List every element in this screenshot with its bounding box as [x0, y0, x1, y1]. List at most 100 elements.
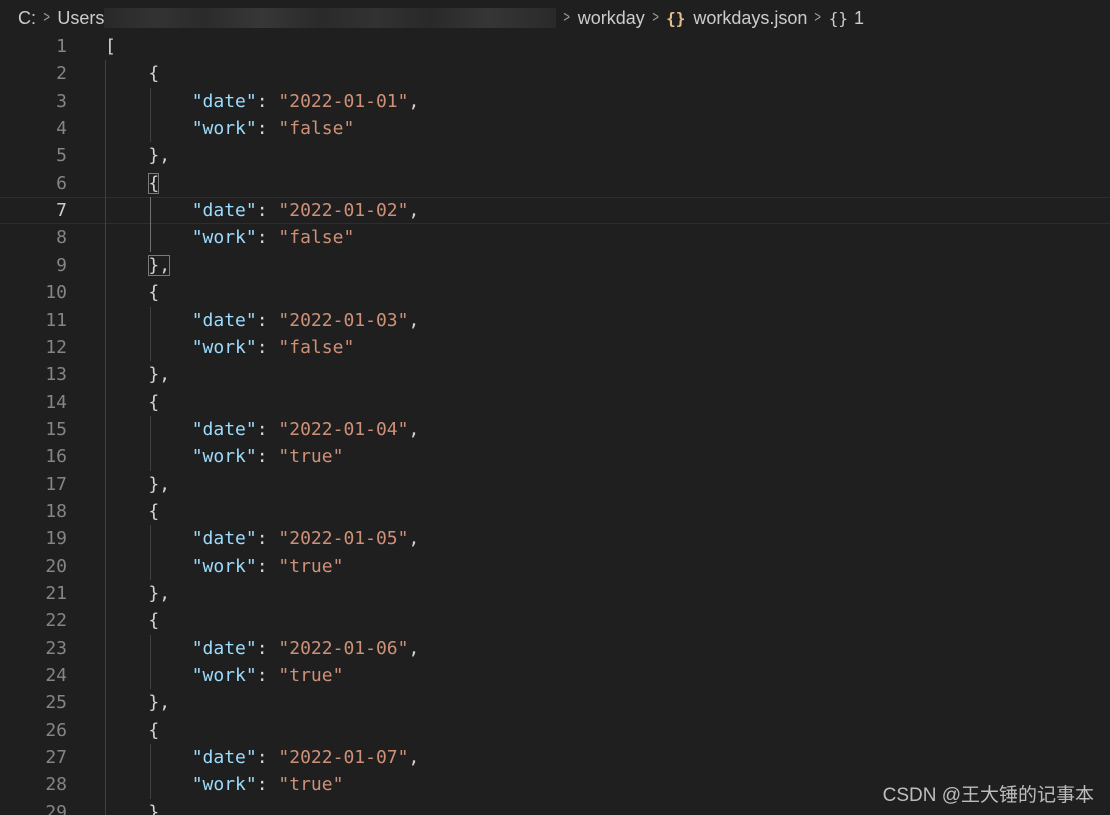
code-line[interactable]: 17 }, [0, 471, 1110, 498]
code-line[interactable]: 27 "date": "2022-01-07", [0, 744, 1110, 771]
json-key: "work" [191, 665, 257, 687]
breadcrumb-folder-workday[interactable]: workday [578, 8, 645, 29]
code-line[interactable]: 13 }, [0, 361, 1110, 388]
code-line[interactable]: 16 "work": "true" [0, 443, 1110, 470]
line-number: 20 [45, 555, 67, 577]
json-bracket: { [148, 172, 160, 194]
code-line[interactable]: 23 "date": "2022-01-06", [0, 635, 1110, 662]
code-line[interactable]: 4 "work": "false" [0, 115, 1110, 142]
json-string-value: "true" [278, 446, 344, 468]
chevron-right-icon: > [43, 9, 50, 26]
code-line[interactable]: 21 }, [0, 580, 1110, 607]
line-number: 3 [56, 90, 67, 112]
json-key: "work" [191, 555, 257, 577]
json-key: "work" [191, 118, 257, 140]
json-string-value: "2022-01-07" [278, 747, 409, 769]
line-number: 19 [45, 528, 67, 550]
line-number: 4 [56, 118, 67, 140]
code-line[interactable]: 10 { [0, 279, 1110, 306]
breadcrumb: C: > Users > workday > {} workdays.json … [0, 0, 1110, 36]
json-bracket: }, [148, 692, 171, 714]
code-line[interactable]: 7 "date": "2022-01-02", [0, 197, 1110, 225]
json-punctuation: : [256, 555, 279, 577]
breadcrumb-drive-label: C: [18, 7, 36, 28]
code-line[interactable]: 18 { [0, 498, 1110, 525]
code-line[interactable]: 12 "work": "false" [0, 334, 1110, 361]
code-line[interactable]: 2 { [0, 60, 1110, 87]
json-string-value: "true" [278, 774, 344, 796]
json-punctuation: : [256, 446, 279, 468]
json-punctuation: : [256, 774, 279, 796]
code-text: { [105, 717, 159, 744]
json-bracket: }, [148, 364, 171, 386]
code-line[interactable]: 22 { [0, 607, 1110, 634]
code-line[interactable]: 14 { [0, 389, 1110, 416]
json-punctuation: , [408, 747, 420, 769]
line-number: 7 [56, 200, 67, 222]
json-bracket: { [148, 282, 160, 304]
json-string-value: "2022-01-06" [278, 637, 409, 659]
json-punctuation: : [256, 118, 279, 140]
breadcrumb-drive[interactable]: C: [18, 8, 36, 29]
code-text: }, [105, 471, 170, 498]
breadcrumb-users[interactable]: Users [57, 8, 104, 29]
code-text: { [105, 60, 159, 87]
json-key: "date" [191, 418, 257, 440]
redacted-path-segment [104, 8, 557, 28]
code-line[interactable]: 25 }, [0, 689, 1110, 716]
json-string-value: "2022-01-01" [278, 90, 409, 112]
json-string-value: "2022-01-02" [278, 200, 409, 222]
line-number: 1 [56, 36, 67, 57]
json-key: "date" [191, 528, 257, 550]
json-punctuation: : [256, 336, 279, 358]
code-line[interactable]: 15 "date": "2022-01-04", [0, 416, 1110, 443]
breadcrumb-file-label: workdays.json [693, 7, 808, 28]
line-number: 12 [45, 336, 67, 358]
json-punctuation: : [256, 528, 279, 550]
line-number: 27 [45, 747, 67, 769]
chevron-right-icon: > [652, 9, 659, 26]
json-key: "date" [191, 90, 257, 112]
code-text: "date": "2022-01-05", [105, 525, 420, 552]
code-line[interactable]: 5 }, [0, 142, 1110, 169]
code-line[interactable]: 1[ [0, 33, 1110, 60]
json-bracket: }, [148, 145, 171, 167]
code-text: "work": "true" [105, 443, 344, 470]
code-line[interactable]: 19 "date": "2022-01-05", [0, 525, 1110, 552]
indent-guide [150, 744, 151, 799]
json-bracket: { [148, 610, 160, 632]
json-bracket: }, [148, 473, 171, 495]
json-punctuation: , [408, 528, 420, 550]
line-number: 2 [56, 63, 67, 85]
code-line[interactable]: 26 { [0, 717, 1110, 744]
breadcrumb-file[interactable]: {} workdays.json [666, 8, 807, 29]
code-text: }, [105, 361, 170, 388]
json-punctuation: : [256, 747, 279, 769]
line-number: 10 [45, 282, 67, 304]
breadcrumb-symbol[interactable]: {} 1 [829, 8, 864, 29]
json-punctuation: , [408, 90, 420, 112]
json-string-value: "true" [278, 665, 344, 687]
code-text: { [105, 389, 159, 416]
code-line[interactable]: 8 "work": "false" [0, 224, 1110, 251]
indent-guide [105, 60, 106, 815]
code-line[interactable]: 11 "date": "2022-01-03", [0, 307, 1110, 334]
line-number: 25 [45, 692, 67, 714]
code-line[interactable]: 9 }, [0, 252, 1110, 279]
json-punctuation: : [256, 227, 279, 249]
line-number: 26 [45, 719, 67, 741]
line-number: 22 [45, 610, 67, 632]
json-key: "work" [191, 446, 257, 468]
code-text: }, [105, 799, 170, 815]
code-line[interactable]: 6 { [0, 170, 1110, 197]
code-line[interactable]: 24 "work": "true" [0, 662, 1110, 689]
json-bracket: { [148, 719, 160, 741]
code-line[interactable]: 20 "work": "true" [0, 553, 1110, 580]
code-text: "date": "2022-01-03", [105, 307, 420, 334]
line-number: 11 [45, 309, 67, 331]
json-punctuation: : [256, 90, 279, 112]
code-editor[interactable]: 1[2 {3 "date": "2022-01-01", 4 "work": "f… [0, 33, 1110, 815]
code-line[interactable]: 3 "date": "2022-01-01", [0, 88, 1110, 115]
breadcrumb-symbol-label: 1 [854, 7, 865, 28]
code-text: { [105, 498, 159, 525]
